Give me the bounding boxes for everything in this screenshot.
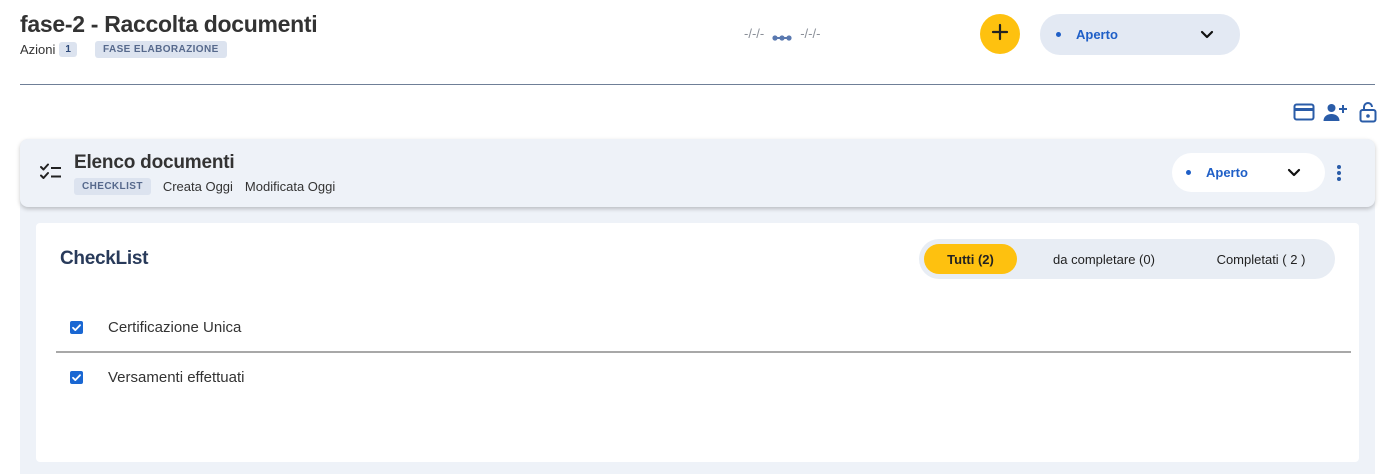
date-range-connector-icon	[772, 30, 792, 41]
card-meta: CHECKLIST Creata Oggi Modificata Oggi	[74, 178, 335, 195]
toolbar	[1291, 101, 1380, 123]
date-range: -/-/- -/-/-	[744, 26, 820, 41]
checklist-item-label: Certificazione Unica	[108, 318, 242, 336]
tab-da-completare[interactable]: da completare (0)	[1029, 244, 1179, 274]
add-person-icon[interactable]	[1323, 101, 1348, 123]
page-title: fase-2 - Raccolta documenti	[20, 11, 318, 37]
card-status-label: Aperto	[1206, 165, 1248, 180]
checklist-item: Versamenti effettuati	[56, 355, 1351, 399]
chevron-down-icon	[1287, 165, 1301, 184]
lock-open-icon[interactable]	[1355, 101, 1380, 123]
tab-tutti[interactable]: Tutti (2)	[924, 244, 1017, 274]
plus-icon	[991, 23, 1009, 46]
check-icon	[72, 373, 81, 381]
status-dot-icon	[1186, 170, 1191, 175]
item-divider	[56, 351, 1351, 353]
card-icon[interactable]	[1291, 101, 1316, 123]
phase-tag: FASE ELABORAZIONE	[94, 41, 227, 58]
more-options-icon[interactable]	[1332, 161, 1346, 185]
status-select[interactable]: Aperto	[1040, 14, 1240, 55]
card-status-select[interactable]: Aperto	[1172, 153, 1325, 192]
checkbox[interactable]	[70, 320, 83, 334]
modified-info: Modificata Oggi	[244, 179, 336, 194]
add-button[interactable]	[980, 14, 1020, 54]
start-date: -/-/-	[744, 26, 765, 41]
header-divider	[20, 84, 1375, 85]
page-header: fase-2 - Raccolta documenti Azioni 1 FAS…	[0, 0, 1395, 85]
checklist-item: Certificazione Unica	[56, 305, 1351, 349]
checklist-panel: Elenco documenti CHECKLIST Creata Oggi M…	[20, 139, 1375, 474]
card-title: Elenco documenti	[74, 152, 235, 173]
header-subline: Azioni 1 FASE ELABORAZIONE	[20, 41, 227, 58]
end-date: -/-/-	[800, 26, 821, 41]
status-label: Aperto	[1076, 27, 1118, 42]
checklist-card: CheckList Tutti (2) da completare (0) Co…	[36, 223, 1359, 462]
tab-completati[interactable]: Completati ( 2 )	[1191, 244, 1331, 274]
actions-label: Azioni	[20, 42, 56, 57]
chevron-down-icon	[1200, 27, 1214, 46]
checklist-title: CheckList	[60, 248, 149, 269]
checkbox[interactable]	[70, 370, 83, 384]
created-info: Creata Oggi	[162, 179, 233, 194]
actions-count-badge[interactable]: 1	[59, 42, 77, 57]
checklist-icon	[40, 163, 62, 186]
card-header: Elenco documenti CHECKLIST Creata Oggi M…	[20, 139, 1375, 207]
filter-tabs: Tutti (2) da completare (0) Completati (…	[919, 239, 1335, 279]
status-dot-icon	[1056, 32, 1061, 37]
checklist-item-label: Versamenti effettuati	[108, 368, 245, 386]
checklist-tag: CHECKLIST	[74, 178, 151, 195]
check-icon	[72, 323, 81, 331]
